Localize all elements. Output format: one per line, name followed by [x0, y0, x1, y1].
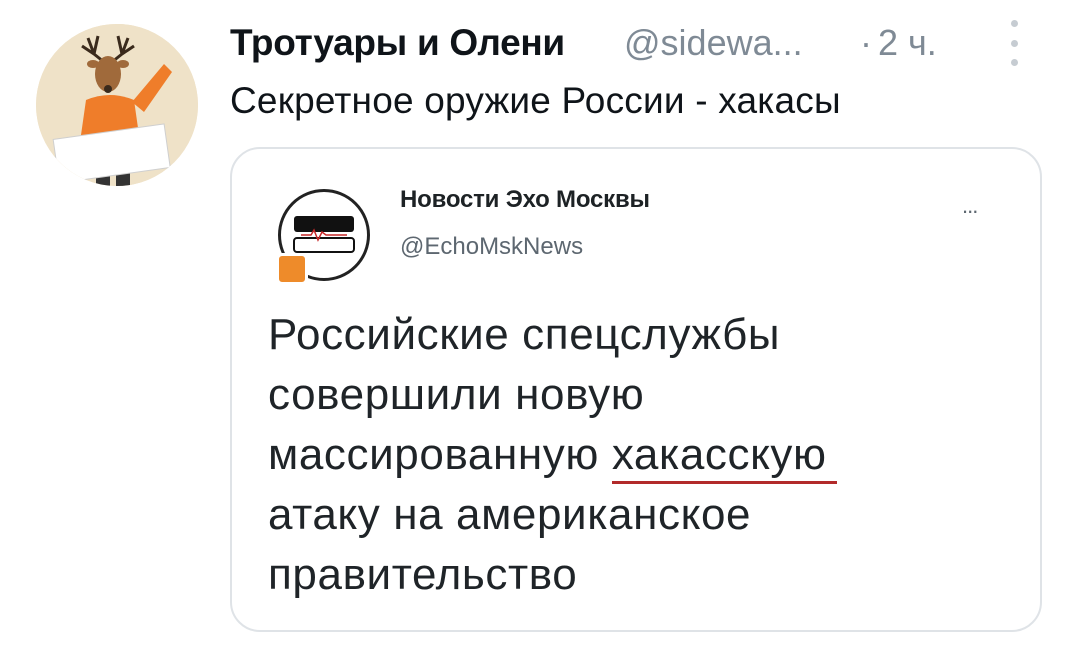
more-dot	[1010, 39, 1018, 47]
quoted-post-card[interactable]: Новости Эхо Москвы @EchoMskNews ... Росс…	[230, 147, 1042, 632]
quoted-author-handle: @EchoMskNews	[400, 233, 584, 260]
author-avatar[interactable]	[36, 24, 198, 186]
quoted-text-line: правительство	[268, 550, 578, 599]
deer-avatar-image	[36, 24, 198, 186]
tweet-header: Тротуары и Олени @sidewa... · 2 ч.	[230, 16, 1050, 72]
underlined-word: хакасскую	[611, 430, 837, 484]
more-dot	[1010, 59, 1018, 66]
quoted-text-line: массированную хакасскую	[268, 425, 988, 485]
rss-icon	[276, 253, 308, 285]
more-dot	[1010, 20, 1018, 27]
author-handle[interactable]: @sidewa...	[624, 22, 803, 64]
quoted-text-line: Российские спецслужбы	[268, 310, 781, 359]
more-options-icon[interactable]	[1002, 20, 1026, 66]
quoted-text-fragment: массированную	[268, 430, 612, 479]
quoted-more-icon[interactable]: ...	[962, 193, 978, 219]
quoted-text-line: совершили новую	[268, 370, 645, 419]
tweet: Тротуары и Олени @sidewa... · 2 ч. Секре…	[0, 0, 1080, 649]
quoted-post-text: Российские спецслужбы совершили новую ма…	[268, 305, 988, 605]
quoted-text-line: атаку на американское	[268, 490, 752, 539]
quoted-author-name: Новости Эхо Москвы	[400, 186, 650, 213]
tweet-timestamp[interactable]: 2 ч.	[878, 22, 937, 64]
author-name[interactable]: Тротуары и Олени	[230, 22, 565, 64]
tweet-text: Секретное оружие России - хакасы	[230, 80, 841, 121]
time-separator: ·	[860, 22, 872, 63]
